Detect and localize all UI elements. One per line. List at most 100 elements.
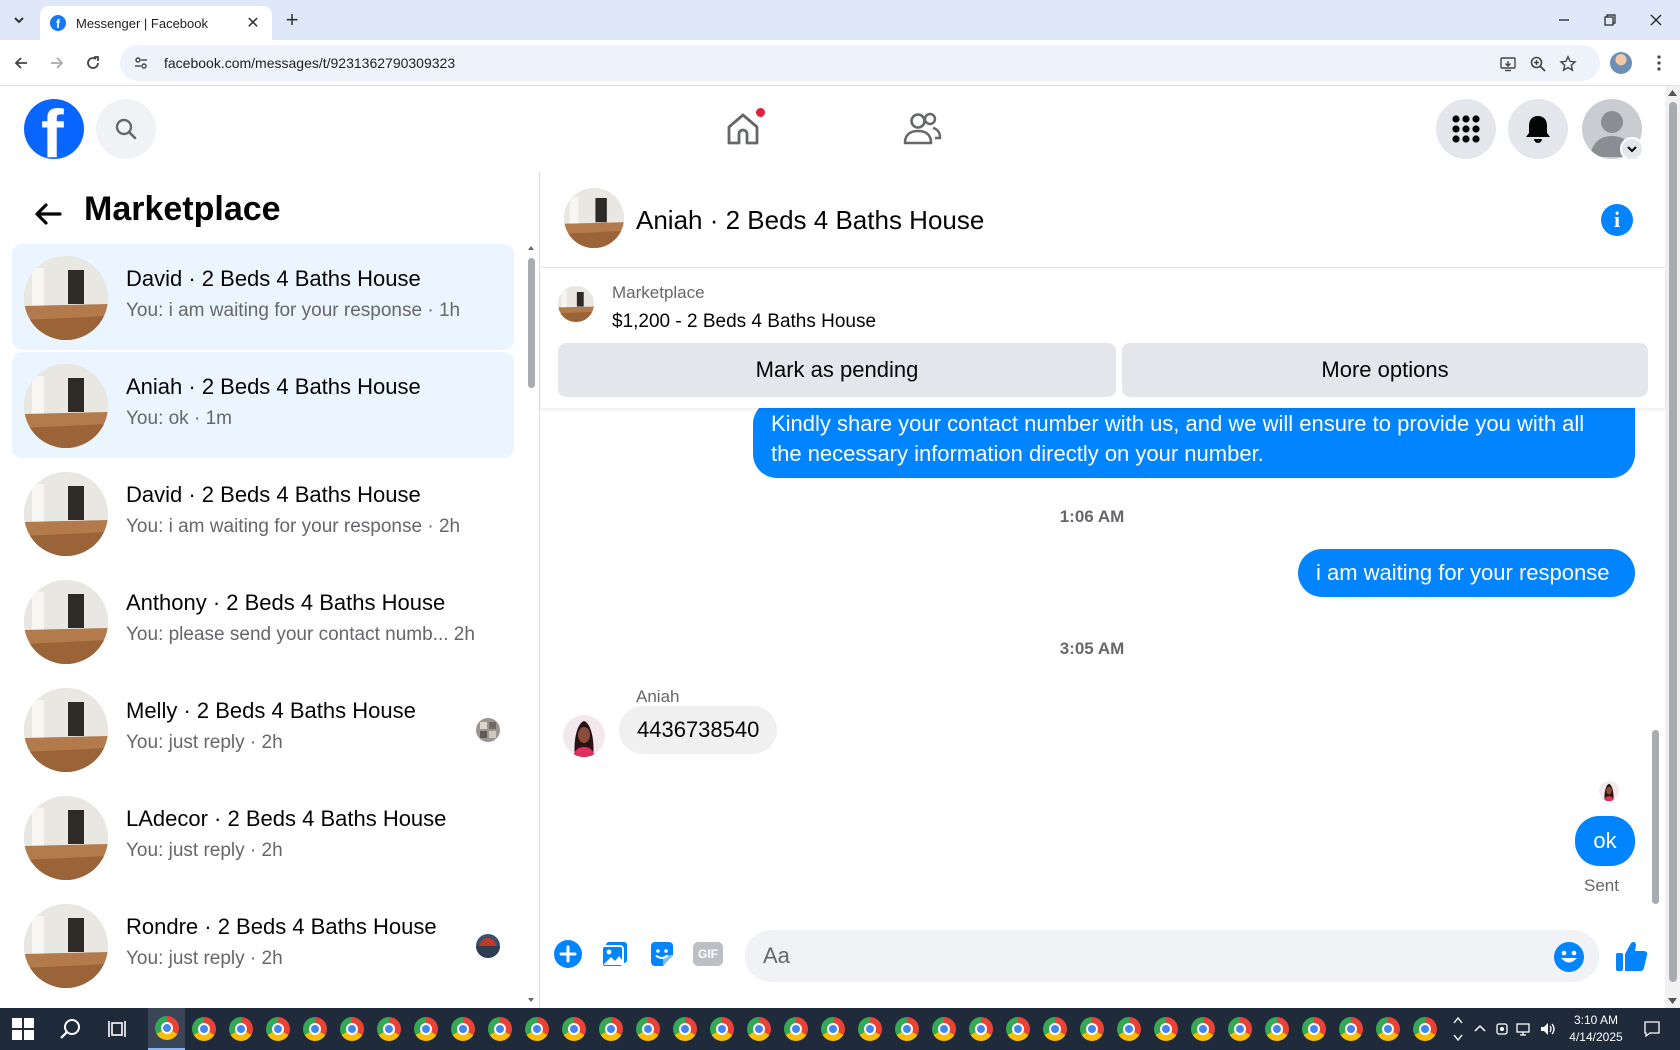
page-scroll-thumb[interactable] — [1669, 102, 1677, 982]
chrome-taskbar-icon[interactable] — [1147, 1008, 1184, 1050]
chrome-taskbar-icon[interactable] — [259, 1008, 296, 1050]
restore-icon[interactable] — [1598, 8, 1622, 32]
message-input[interactable]: Aa — [745, 930, 1599, 982]
chrome-taskbar-icon[interactable] — [555, 1008, 592, 1050]
conversation-item[interactable]: Melly · 2 Beds 4 Baths House You: just r… — [12, 676, 514, 782]
chrome-taskbar-icon[interactable] — [222, 1008, 259, 1050]
tray-meet-icon[interactable] — [1494, 1018, 1512, 1040]
tab-search-chevron-icon[interactable] — [8, 9, 30, 31]
back-arrow-icon[interactable] — [8, 50, 34, 76]
outgoing-message[interactable]: ok — [1575, 816, 1635, 866]
chrome-taskbar-icon[interactable] — [925, 1008, 962, 1050]
chrome-taskbar-icon[interactable] — [296, 1008, 333, 1050]
outgoing-message[interactable]: i am waiting for your response — [1298, 549, 1635, 597]
address-bar[interactable]: facebook.com/messages/t/9231362790309323 — [120, 45, 1600, 81]
forward-arrow-icon[interactable] — [44, 50, 70, 76]
notifications-bell-icon[interactable] — [1508, 99, 1568, 159]
chrome-taskbar-icon[interactable] — [1295, 1008, 1332, 1050]
chrome-taskbar-icon[interactable] — [1258, 1008, 1295, 1050]
chrome-taskbar-icon[interactable] — [888, 1008, 925, 1050]
chrome-taskbar-icon[interactable] — [333, 1008, 370, 1050]
menu-grid-icon[interactable] — [1436, 99, 1496, 159]
chrome-taskbar-icon[interactable] — [1369, 1008, 1406, 1050]
chrome-taskbar-icon[interactable] — [851, 1008, 888, 1050]
info-icon[interactable]: i — [1601, 204, 1633, 236]
conversation-item[interactable]: Anthony · 2 Beds 4 Baths House You: plea… — [12, 568, 514, 674]
windows-start-icon[interactable] — [12, 1018, 34, 1040]
reload-icon[interactable] — [80, 50, 106, 76]
chrome-taskbar-icon[interactable] — [1332, 1008, 1369, 1050]
new-tab-icon[interactable]: + — [280, 7, 304, 32]
task-view-icon[interactable] — [106, 1016, 132, 1042]
minimize-icon[interactable] — [1552, 8, 1576, 32]
network-icon[interactable] — [1514, 1018, 1534, 1040]
chrome-taskbar-icon[interactable] — [1221, 1008, 1258, 1050]
more-options-button[interactable]: More options — [1122, 343, 1648, 397]
taskbar-clock[interactable]: 3:10 AM 4/14/2025 — [1558, 1012, 1634, 1046]
taskbar-search-icon[interactable] — [58, 1016, 84, 1042]
friends-icon[interactable] — [898, 106, 946, 152]
sender-avatar[interactable] — [563, 715, 605, 757]
chat-listing-thumbnail[interactable] — [564, 188, 624, 248]
gif-icon[interactable]: GIF — [692, 938, 724, 970]
chrome-taskbar-icon[interactable] — [666, 1008, 703, 1050]
conversation-item[interactable]: David · 2 Beds 4 Baths House You: i am w… — [12, 460, 514, 566]
chrome-taskbar-icon[interactable] — [814, 1008, 851, 1050]
conversation-item[interactable]: Aniah · 2 Beds 4 Baths House You: ok · 1… — [12, 352, 514, 458]
listing-thumbnail — [24, 904, 108, 988]
chrome-taskbar-icon[interactable] — [518, 1008, 555, 1050]
zoom-icon[interactable] — [1528, 54, 1548, 74]
chrome-taskbar-icon[interactable] — [407, 1008, 444, 1050]
taskbar-scroll-arrows-icon[interactable] — [1452, 1014, 1464, 1044]
conversation-item[interactable]: David · 2 Beds 4 Baths House You: i am w… — [12, 244, 514, 350]
chat-scroll-thumb[interactable] — [1652, 730, 1659, 904]
conversation-item[interactable]: Rondre · 2 Beds 4 Baths House You: just … — [12, 892, 514, 998]
thumbs-up-like-icon[interactable] — [1614, 938, 1650, 974]
close-window-icon[interactable] — [1644, 8, 1668, 32]
chrome-taskbar-icon[interactable] — [703, 1008, 740, 1050]
account-chevron-down-icon[interactable] — [1620, 137, 1644, 161]
photo-gallery-icon[interactable] — [599, 938, 631, 970]
chrome-taskbar-icon[interactable] — [185, 1008, 222, 1050]
install-app-icon[interactable] — [1498, 54, 1518, 74]
chrome-taskbar-icon[interactable] — [370, 1008, 407, 1050]
chrome-taskbar-icon[interactable] — [444, 1008, 481, 1050]
chrome-taskbar-icon[interactable] — [740, 1008, 777, 1050]
site-settings-icon[interactable] — [132, 54, 150, 72]
mark-as-pending-button[interactable]: Mark as pending — [558, 343, 1116, 397]
conversation-item[interactable]: LAdecor · 2 Beds 4 Baths House You: just… — [12, 784, 514, 890]
facebook-logo-icon[interactable]: f — [24, 99, 84, 159]
chrome-taskbar-icon[interactable] — [962, 1008, 999, 1050]
browser-tab-messenger[interactable]: f Messenger | Facebook ✕ — [40, 6, 272, 40]
chrome-taskbar-icon[interactable] — [481, 1008, 518, 1050]
chrome-taskbar-icon[interactable] — [999, 1008, 1036, 1050]
chrome-taskbar-icon[interactable] — [1110, 1008, 1147, 1050]
sticker-icon[interactable] — [646, 938, 678, 970]
bookmark-star-icon[interactable] — [1558, 54, 1578, 74]
sidebar-scroll-thumb[interactable] — [528, 258, 535, 388]
chat-title[interactable]: Aniah · 2 Beds 4 Baths House — [636, 205, 984, 236]
add-plus-icon[interactable] — [552, 938, 584, 970]
chrome-taskbar-icon[interactable] — [148, 1008, 185, 1050]
browser-menu-icon[interactable] — [1648, 52, 1670, 74]
chrome-taskbar-icon[interactable] — [592, 1008, 629, 1050]
tab-close-icon[interactable]: ✕ — [244, 14, 262, 32]
browser-profile-avatar[interactable] — [1610, 52, 1632, 74]
chrome-taskbar-icon[interactable] — [1036, 1008, 1073, 1050]
chrome-taskbar-icon[interactable] — [1073, 1008, 1110, 1050]
emoji-icon[interactable] — [1554, 942, 1584, 972]
incoming-message[interactable]: 4436738540 — [619, 706, 778, 754]
volume-icon[interactable] — [1538, 1018, 1558, 1040]
listing-title[interactable]: $1,200 - 2 Beds 4 Baths House — [612, 311, 876, 333]
tray-overflow-chevron-icon[interactable] — [1470, 1018, 1490, 1040]
notification-center-icon[interactable] — [1640, 1018, 1664, 1040]
back-arrow-icon[interactable] — [30, 196, 66, 232]
chrome-taskbar-icon[interactable] — [1406, 1008, 1443, 1050]
listing-thumbnail[interactable] — [558, 286, 594, 322]
outgoing-message[interactable]: Kindly share your contact number with us… — [753, 408, 1635, 478]
search-icon[interactable] — [96, 99, 156, 159]
conversation-name: Anthony · 2 Beds 4 Baths House — [126, 590, 446, 615]
chrome-taskbar-icon[interactable] — [1184, 1008, 1221, 1050]
chrome-taskbar-icon[interactable] — [777, 1008, 814, 1050]
chrome-taskbar-icon[interactable] — [629, 1008, 666, 1050]
